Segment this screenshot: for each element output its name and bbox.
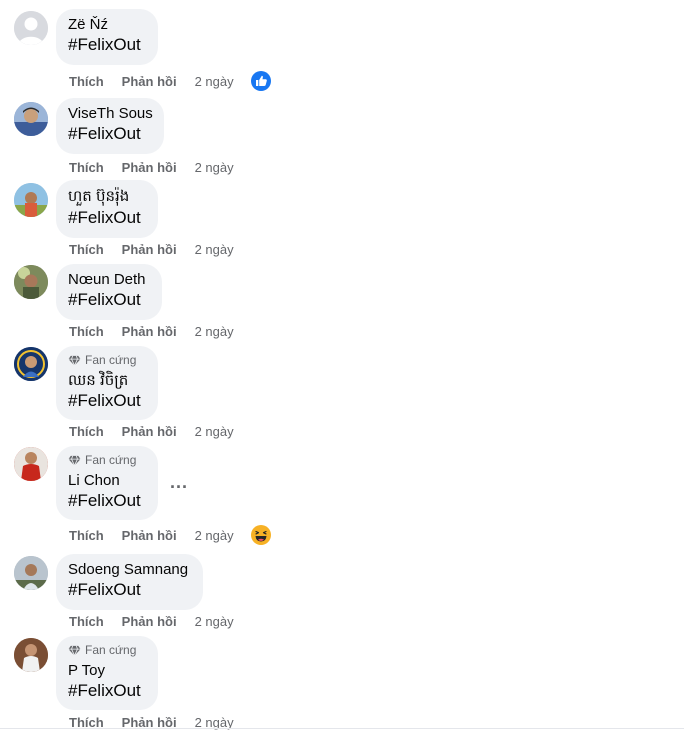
default-avatar-icon [14, 11, 48, 45]
comment-actions: Thích Phản hồi 2 ngày [69, 72, 234, 90]
like-button[interactable]: Thích [69, 160, 104, 175]
comment-text[interactable]: #FelixOut [68, 34, 146, 56]
like-button[interactable]: Thích [69, 528, 104, 543]
comment-actions: Thích Phản hồi 2 ngày [69, 240, 234, 258]
badge-label: Fan cứng [85, 353, 137, 367]
reply-button[interactable]: Phản hồi [122, 424, 177, 439]
like-button[interactable]: Thích [69, 74, 104, 89]
like-button[interactable]: Thích [69, 242, 104, 257]
comment-author[interactable]: Zë Ňź [68, 15, 146, 34]
reply-button[interactable]: Phản hồi [122, 324, 177, 339]
diamond-icon [68, 355, 81, 367]
avatar[interactable] [14, 11, 48, 45]
avatar[interactable] [14, 556, 48, 590]
comment-text[interactable]: #FelixOut [68, 123, 152, 145]
like-reaction-icon[interactable] [251, 71, 271, 91]
comment-author[interactable]: ហួត ប៊ុនរ៉ុង [68, 186, 146, 207]
top-fan-badge[interactable]: Fan cứng [68, 352, 146, 368]
comment-timestamp[interactable]: 2 ngày [195, 324, 234, 339]
reply-button[interactable]: Phản hồi [122, 74, 177, 89]
profile-photo-icon [14, 347, 48, 381]
comment-author[interactable]: Nœun Deth [68, 270, 150, 289]
previous-comment-edge [0, 0, 684, 2]
diamond-icon [68, 645, 81, 657]
comment-actions: Thích Phản hồi 2 ngày [69, 158, 234, 176]
profile-photo-icon [14, 638, 48, 672]
comment-bubble: Zë Ňź #FelixOut [56, 9, 158, 65]
comment-text[interactable]: #FelixOut [68, 289, 150, 311]
comment-actions: Thích Phản hồi 2 ngày [69, 322, 234, 340]
like-button[interactable]: Thích [69, 324, 104, 339]
reply-button[interactable]: Phản hồi [122, 160, 177, 175]
comment-author[interactable]: P Toy [68, 661, 146, 680]
avatar[interactable] [14, 183, 48, 217]
comment-text[interactable]: #FelixOut [68, 490, 146, 512]
profile-photo-icon [14, 556, 48, 590]
comment-timestamp[interactable]: 2 ngày [195, 424, 234, 439]
comment-text[interactable]: #FelixOut [68, 207, 146, 229]
comment-timestamp[interactable]: 2 ngày [195, 528, 234, 543]
comment-timestamp[interactable]: 2 ngày [195, 614, 234, 629]
avatar[interactable] [14, 447, 48, 481]
comment-text[interactable]: #FelixOut [68, 680, 146, 702]
more-options-icon[interactable]: ... [170, 472, 188, 493]
divider [0, 728, 684, 729]
comment-timestamp[interactable]: 2 ngày [195, 242, 234, 257]
profile-photo-icon [14, 265, 48, 299]
comment-author[interactable]: Li Chon [68, 471, 146, 490]
avatar[interactable] [14, 638, 48, 672]
comment-bubble: Fan cứng ឈន វិចិត្រ #FelixOut [56, 346, 158, 420]
top-fan-badge[interactable]: Fan cứng [68, 642, 146, 658]
avatar[interactable] [14, 265, 48, 299]
comment-bubble: ហួត ប៊ុនរ៉ុង #FelixOut [56, 180, 158, 238]
comment-bubble: Sdoeng Samnang #FelixOut [56, 554, 203, 610]
comment-bubble: Nœun Deth #FelixOut [56, 264, 162, 320]
comment-actions: Thích Phản hồi 2 ngày [69, 526, 234, 544]
haha-reaction-icon[interactable] [251, 525, 271, 545]
profile-photo-icon [14, 183, 48, 217]
badge-label: Fan cứng [85, 453, 137, 467]
comment-author[interactable]: ViseTh Sous [68, 104, 153, 123]
profile-photo-icon [14, 102, 48, 136]
top-fan-badge[interactable]: Fan cứng [68, 452, 146, 468]
comment-text[interactable]: #FelixOut [68, 390, 146, 412]
comment-bubble: Fan cứng Li Chon #FelixOut [56, 446, 158, 520]
comment-text[interactable]: #FelixOut [68, 579, 191, 601]
comment-author[interactable]: ឈន វិចិត្រ [68, 371, 146, 390]
badge-label: Fan cứng [85, 643, 137, 657]
comment-timestamp[interactable]: 2 ngày [195, 160, 234, 175]
comment-bubble: ViseTh Sous #FelixOut [56, 98, 164, 154]
reply-button[interactable]: Phản hồi [122, 242, 177, 257]
comment-timestamp[interactable]: 2 ngày [195, 74, 234, 89]
avatar[interactable] [14, 347, 48, 381]
comment-actions: Thích Phản hồi 2 ngày [69, 422, 234, 440]
profile-photo-icon [14, 447, 48, 481]
comment-author[interactable]: Sdoeng Samnang [68, 560, 191, 579]
comment-bubble: Fan cứng P Toy #FelixOut [56, 636, 158, 710]
like-button[interactable]: Thích [69, 424, 104, 439]
diamond-icon [68, 455, 81, 467]
comment-actions: Thích Phản hồi 2 ngày [69, 612, 234, 630]
like-button[interactable]: Thích [69, 614, 104, 629]
reply-button[interactable]: Phản hồi [122, 528, 177, 543]
avatar[interactable] [14, 102, 48, 136]
reply-button[interactable]: Phản hồi [122, 614, 177, 629]
